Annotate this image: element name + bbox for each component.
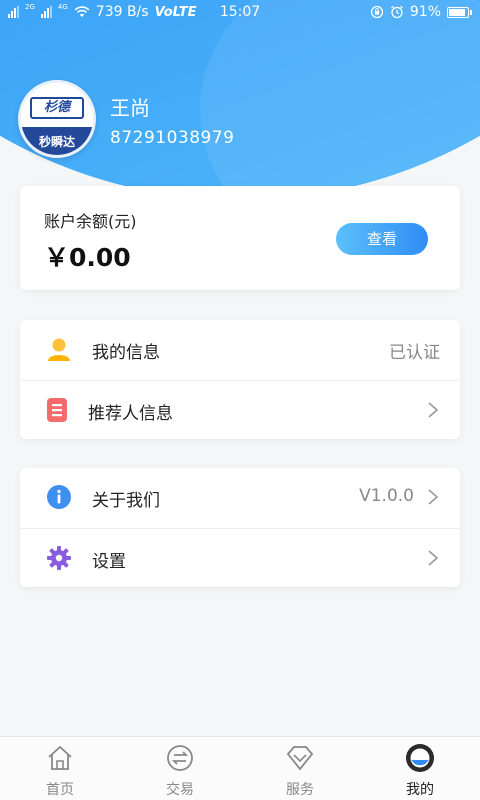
tab-label: 服务 — [286, 782, 314, 798]
tab-services[interactable]: 服务 — [240, 737, 360, 800]
avatar[interactable]: 杉德 秒瞬达 — [18, 80, 96, 158]
menu-item-label: 关于我们 — [92, 491, 160, 511]
battery-icon — [447, 6, 472, 18]
transfer-icon — [167, 745, 193, 771]
document-icon — [47, 398, 67, 422]
tab-label: 我的 — [406, 782, 434, 798]
battery-percent: 91% — [409, 4, 441, 20]
chevron-right-icon — [428, 489, 439, 505]
balance-value: ￥0.00 — [44, 243, 131, 272]
app-version: V1.0.0 — [359, 486, 414, 506]
home-icon — [48, 745, 72, 770]
menu-item-my-info[interactable]: 我的信息 已认证 — [20, 320, 460, 379]
profile-icon — [406, 744, 434, 772]
menu-item-about-us[interactable]: 关于我们 V1.0.0 — [20, 468, 460, 527]
bottom-tab-bar: 首页 交易 服务 我的 — [0, 736, 480, 800]
menu-item-label: 推荐人信息 — [88, 404, 173, 424]
avatar-brand-text: 秒瞬达 — [21, 127, 93, 155]
balance-label: 账户余额(元) — [44, 212, 137, 231]
menu-group-2: 关于我们 V1.0.0 设置 — [20, 468, 460, 587]
rotation-lock-icon — [370, 5, 384, 19]
menu-item-settings[interactable]: 设置 — [20, 528, 460, 587]
info-icon — [47, 485, 71, 509]
menu-item-label: 我的信息 — [92, 343, 160, 363]
menu-group-1: 我的信息 已认证 推荐人信息 — [20, 320, 460, 439]
tab-transactions[interactable]: 交易 — [120, 737, 240, 800]
gear-icon — [47, 546, 71, 570]
alarm-icon — [390, 5, 403, 19]
user-phone: 87291038979 — [110, 128, 235, 148]
tab-home[interactable]: 首页 — [0, 737, 120, 800]
tab-label: 交易 — [166, 782, 194, 798]
balance-card: 账户余额(元) ￥0.00 查看 — [20, 186, 460, 290]
verification-status: 已认证 — [389, 343, 440, 363]
chevron-right-icon — [428, 402, 439, 418]
menu-item-referrer-info[interactable]: 推荐人信息 — [20, 380, 460, 439]
diamond-icon — [286, 746, 314, 771]
avatar-logo-text: 杉德 — [30, 97, 84, 119]
view-balance-button[interactable]: 查看 — [336, 223, 428, 255]
status-bar: 2G 4G 739 B/s VoLTE 15:07 91% — [0, 0, 480, 26]
tab-label: 首页 — [46, 782, 74, 798]
status-right: 91% — [370, 4, 472, 20]
user-name: 王尚 — [110, 96, 150, 120]
tab-mine[interactable]: 我的 — [360, 737, 480, 800]
chevron-right-icon — [428, 550, 439, 566]
menu-item-label: 设置 — [92, 552, 126, 572]
user-icon — [48, 338, 70, 361]
